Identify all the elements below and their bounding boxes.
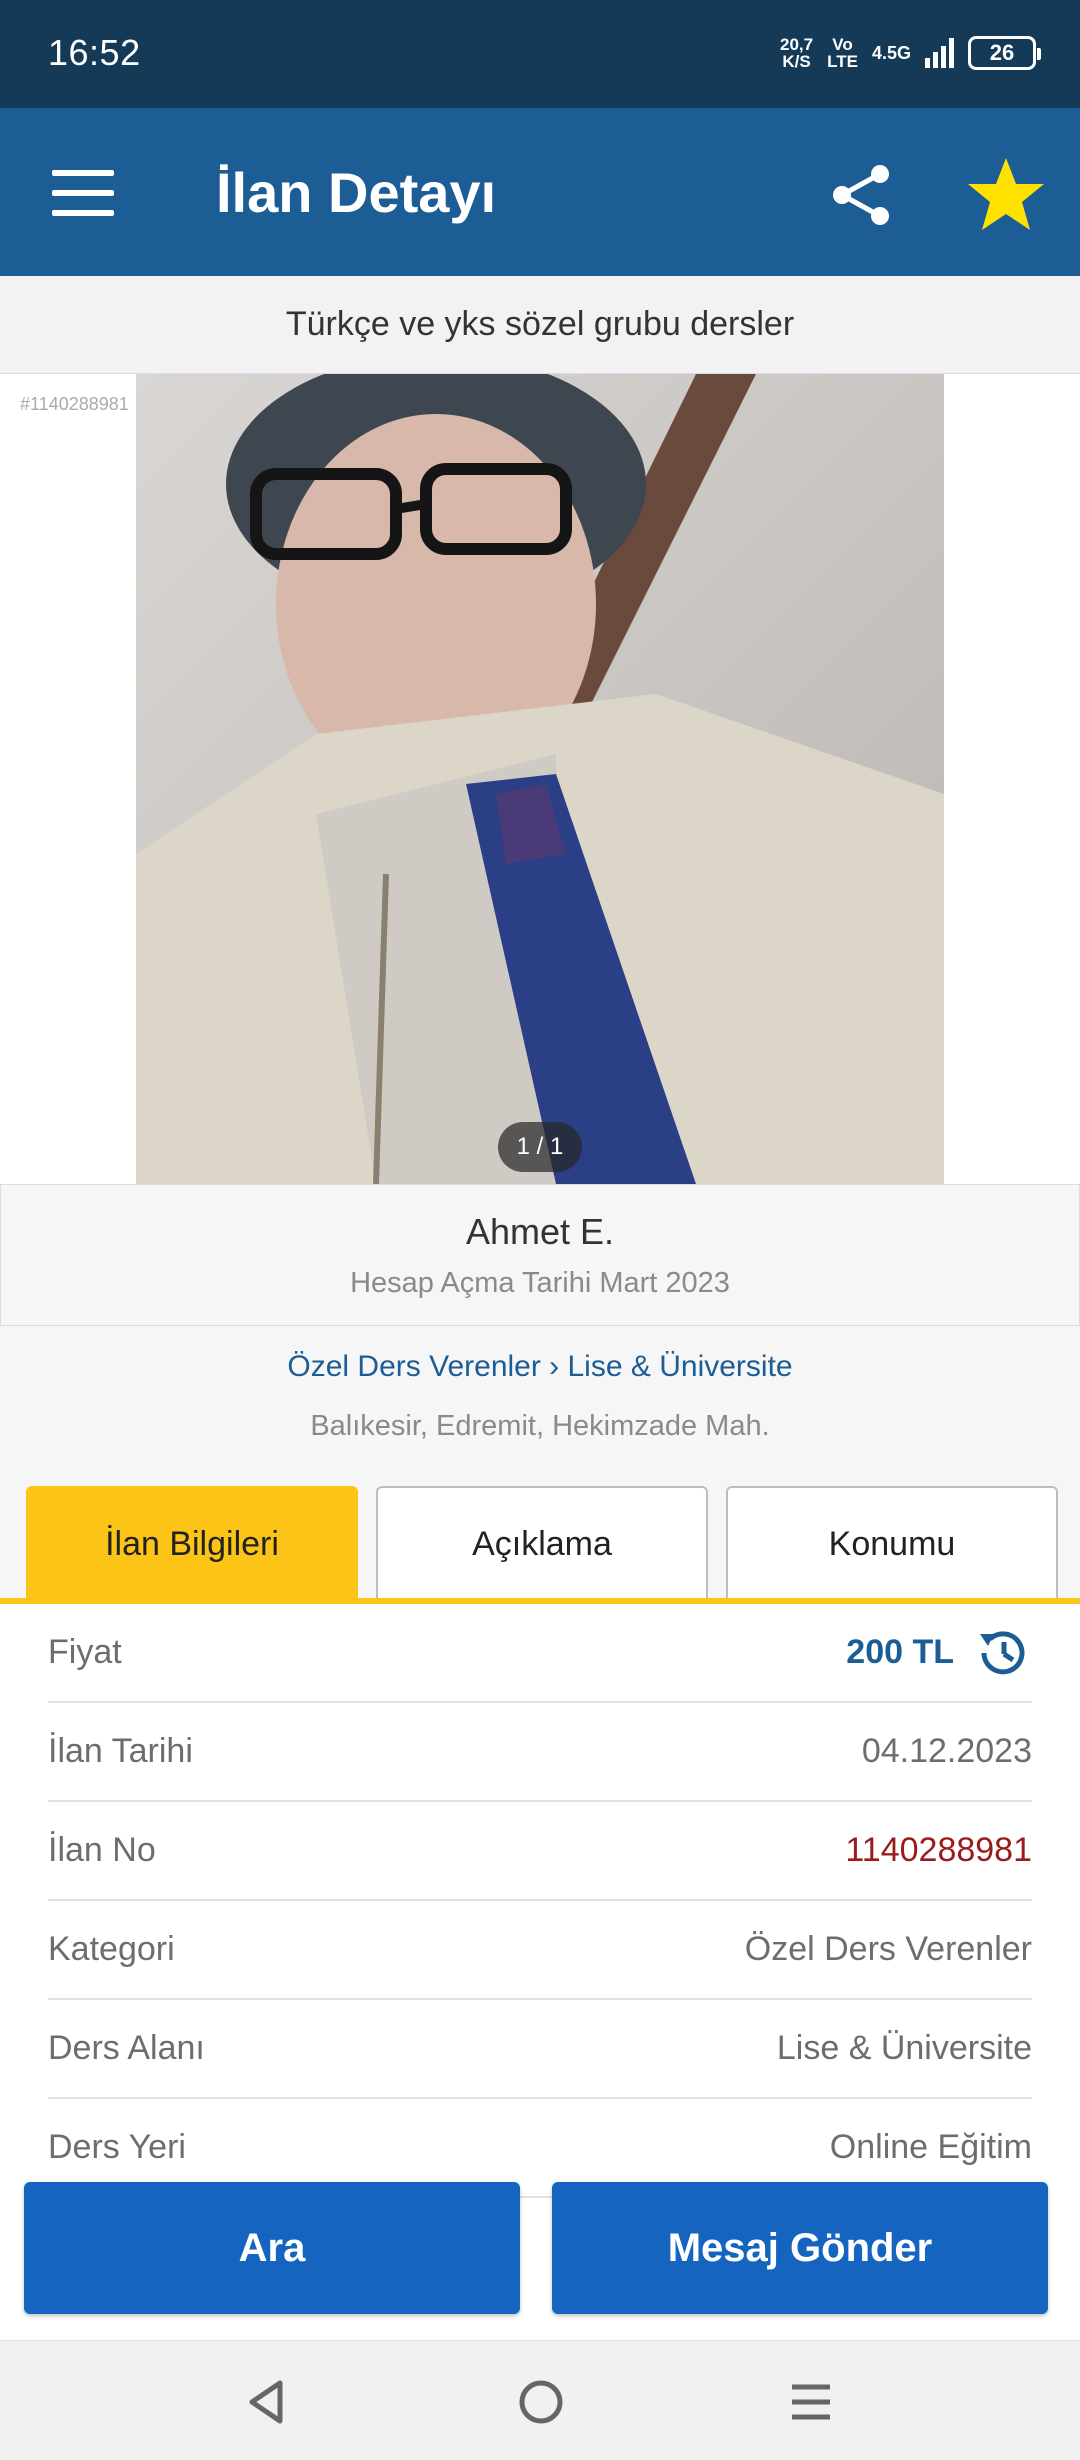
detail-tabs: İlan Bilgileri Açıklama Konumu xyxy=(0,1486,1080,1600)
call-button[interactable]: Ara xyxy=(24,2182,520,2314)
tab-listing-info[interactable]: İlan Bilgileri xyxy=(26,1486,358,1600)
photo-gallery[interactable]: #1140288981 1 / 1 xyxy=(0,374,1080,1184)
category-location: Özel Ders Verenler › Lise & Üniversite B… xyxy=(0,1326,1080,1486)
date-value: 04.12.2023 xyxy=(861,1732,1032,1770)
seller-name[interactable]: Ahmet E. xyxy=(1,1211,1079,1253)
page-title: İlan Detayı xyxy=(216,161,497,224)
price-history-icon[interactable] xyxy=(974,1624,1032,1682)
signal-icon xyxy=(925,38,954,68)
category-label: Kategori xyxy=(48,1930,175,1968)
listing-details: Fiyat 200 TL İlan Tarihi 04.12.2023 İlan… xyxy=(48,1604,1032,2198)
field-label: Ders Alanı xyxy=(48,2029,205,2067)
category-breadcrumb[interactable]: Özel Ders Verenler › Lise & Üniversite xyxy=(0,1350,1080,1384)
seller-account-date: Hesap Açma Tarihi Mart 2023 xyxy=(350,1267,730,1299)
field-value: Lise & Üniversite xyxy=(776,2029,1032,2067)
price-label: Fiyat xyxy=(48,1633,122,1671)
home-icon[interactable] xyxy=(514,2375,568,2429)
detail-row-category: Kategori Özel Ders Verenler xyxy=(48,1901,1032,2000)
menu-icon[interactable] xyxy=(52,170,114,216)
send-message-button[interactable]: Mesaj Gönder xyxy=(552,2182,1048,2314)
tab-description[interactable]: Açıklama xyxy=(376,1486,708,1600)
listing-no-label: İlan No xyxy=(48,1831,156,1869)
system-nav-bar xyxy=(0,2340,1080,2460)
place-label: Ders Yeri xyxy=(48,2128,186,2166)
price-value: 200 TL xyxy=(846,1633,954,1671)
listing-no-value: 1140288981 xyxy=(845,1831,1032,1869)
app-bar: İlan Detayı xyxy=(0,108,1080,276)
detail-row-date: İlan Tarihi 04.12.2023 xyxy=(48,1703,1032,1802)
network-speed: 20,7 K/S xyxy=(780,35,814,71)
battery-level: 26 xyxy=(989,40,1015,65)
detail-row-price: Fiyat 200 TL xyxy=(48,1604,1032,1703)
action-bar: Ara Mesaj Gönder xyxy=(0,2172,1080,2314)
tab-location[interactable]: Konumu xyxy=(726,1486,1058,1600)
detail-row-field: Ders Alanı Lise & Üniversite xyxy=(48,2000,1032,2099)
recents-menu-icon[interactable] xyxy=(784,2375,838,2429)
seller-info[interactable]: Ahmet E. Hesap Açma Tarihi Mart 2023 xyxy=(0,1184,1080,1326)
back-icon[interactable] xyxy=(240,2375,294,2429)
listing-title: Türkçe ve yks sözel grubu dersler xyxy=(0,276,1080,374)
photo-counter: 1 / 1 xyxy=(498,1122,582,1172)
detail-row-listing-no: İlan No 1140288981 xyxy=(48,1802,1032,1901)
star-icon[interactable] xyxy=(966,154,1046,234)
price-value-wrap: 200 TL xyxy=(846,1624,1032,1682)
listing-photo[interactable] xyxy=(136,374,944,1184)
category-value: Özel Ders Verenler xyxy=(744,1930,1032,1968)
volte-indicator: Vo LTE xyxy=(827,35,858,71)
battery-icon: 26 xyxy=(968,36,1041,70)
place-value: Online Eğitim xyxy=(829,2128,1032,2166)
date-label: İlan Tarihi xyxy=(48,1732,193,1770)
status-time: 16:52 xyxy=(48,32,141,73)
photo-listing-id: #1140288981 xyxy=(20,394,129,414)
network-type: 4.5G xyxy=(871,43,911,63)
share-icon[interactable] xyxy=(826,160,896,230)
status-icons: 20,7 K/S Vo LTE 4.5G 26 xyxy=(780,30,1041,76)
status-bar: 16:52 20,7 K/S Vo LTE 4.5G 26 xyxy=(0,0,1080,108)
listing-location: Balıkesir, Edremit, Hekimzade Mah. xyxy=(310,1410,770,1442)
